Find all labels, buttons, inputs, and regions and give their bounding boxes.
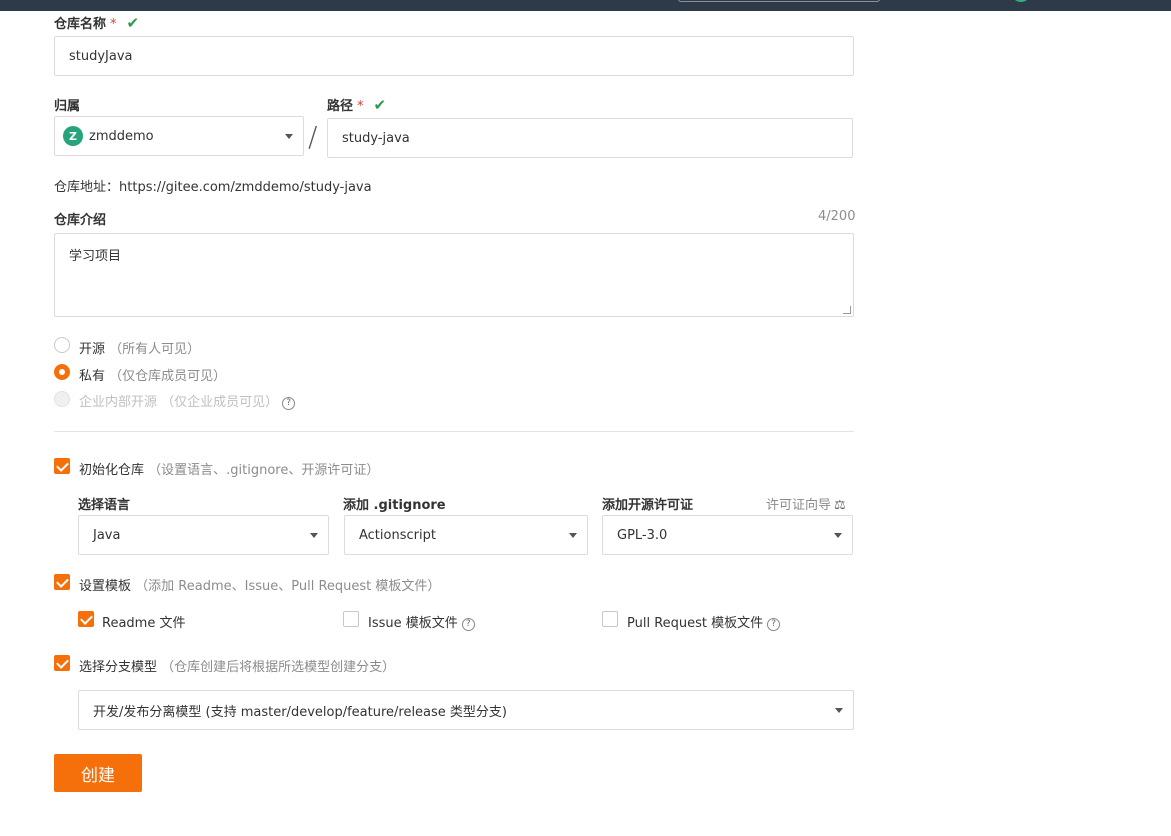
gitignore-select[interactable]: Actionscript [344, 515, 588, 555]
repo-name-input[interactable]: studyJava [54, 36, 854, 76]
description-textarea[interactable]: 学习项目 [54, 233, 854, 317]
chevron-down-icon [569, 533, 577, 538]
repo-name-label: 仓库名称 * ✔ [54, 14, 140, 32]
path-label: 路径 * ✔ [327, 96, 387, 114]
create-button[interactable]: 创建 [54, 754, 142, 792]
branch-model-value: 开发/发布分离模型 (支持 master/develop/feature/rel… [93, 704, 508, 720]
templates-checkbox[interactable] [54, 574, 70, 590]
top-navbar [0, 0, 1171, 11]
required-mark: * [110, 17, 117, 32]
visibility-option-private[interactable]: 私有 （仅仓库成员可见） [79, 365, 226, 384]
path-input[interactable]: study-java [327, 118, 853, 158]
init-repo-option[interactable]: 初始化仓库 （设置语言、.gitignore、开源许可证） [79, 459, 379, 478]
section-divider [54, 431, 854, 432]
path-value: study-java [342, 130, 410, 146]
gitignore-label: 添加 .gitignore [343, 498, 446, 513]
chevron-down-icon [310, 533, 318, 538]
gitignore-value: Actionscript [359, 527, 436, 543]
readme-option[interactable]: Readme 文件 [102, 612, 185, 631]
scale-icon: ⚖ [834, 498, 846, 513]
owner-avatar: Z [63, 126, 83, 146]
pr-template-option[interactable]: Pull Request 模板文件? [627, 612, 781, 631]
issue-template-option[interactable]: Issue 模板文件? [368, 612, 475, 631]
readme-checkbox[interactable] [78, 611, 94, 627]
language-value: Java [93, 527, 121, 543]
path-separator: / [308, 120, 318, 153]
visibility-radio-private[interactable] [54, 364, 70, 380]
owner-value: zmddemo [89, 128, 154, 144]
issue-template-checkbox[interactable] [343, 611, 359, 627]
license-guide-link[interactable]: 许可证向导 ⚖ [766, 494, 846, 513]
language-select[interactable]: Java [78, 515, 329, 555]
chevron-down-icon [285, 134, 293, 139]
valid-check-icon: ✔ [373, 96, 387, 114]
templates-option[interactable]: 设置模板 （添加 Readme、Issue、Pull Request 模板文件） [79, 575, 440, 594]
valid-check-icon: ✔ [126, 14, 140, 32]
visibility-radio-public[interactable] [54, 337, 70, 353]
resize-handle-icon[interactable] [843, 306, 851, 314]
branch-model-select[interactable]: 开发/发布分离模型 (支持 master/develop/feature/rel… [78, 690, 854, 730]
description-label: 仓库介绍 [54, 213, 107, 228]
repo-name-value: studyJava [69, 48, 133, 64]
visibility-option-enterprise: 企业内部开源 （仅企业成员可见）? [79, 391, 296, 410]
navbar-search-input[interactable] [678, 0, 880, 2]
required-mark: * [357, 99, 364, 114]
license-label: 添加开源许可证 [602, 498, 694, 513]
owner-label: 归属 [54, 99, 81, 114]
language-label: 选择语言 [78, 498, 131, 513]
license-select[interactable]: GPL-3.0 [602, 515, 853, 555]
description-counter: 4/200 [818, 209, 856, 224]
owner-select[interactable]: Z zmddemo [54, 116, 304, 156]
help-icon[interactable]: ? [461, 618, 475, 631]
chevron-down-icon [834, 533, 842, 538]
branch-model-option[interactable]: 选择分支模型 （仓库创建后将根据所选模型创建分支） [79, 656, 395, 675]
pr-template-checkbox[interactable] [602, 611, 618, 627]
repo-address-label: 仓库地址： [54, 180, 120, 195]
navbar-avatar[interactable] [1011, 0, 1031, 2]
license-value: GPL-3.0 [617, 527, 668, 543]
repo-address: 仓库地址：https://gitee.com/zmddemo/study-jav… [54, 176, 372, 195]
chevron-down-icon [835, 708, 843, 713]
help-icon[interactable]: ? [282, 397, 296, 410]
repo-address-url: https://gitee.com/zmddemo/study-java [119, 180, 372, 195]
branch-model-checkbox[interactable] [54, 655, 70, 671]
description-value: 学习项目 [69, 249, 122, 264]
help-icon[interactable]: ? [767, 618, 781, 631]
visibility-radio-enterprise [54, 391, 70, 407]
visibility-option-public[interactable]: 开源 （所有人可见） [79, 338, 200, 357]
init-repo-checkbox[interactable] [54, 458, 70, 474]
